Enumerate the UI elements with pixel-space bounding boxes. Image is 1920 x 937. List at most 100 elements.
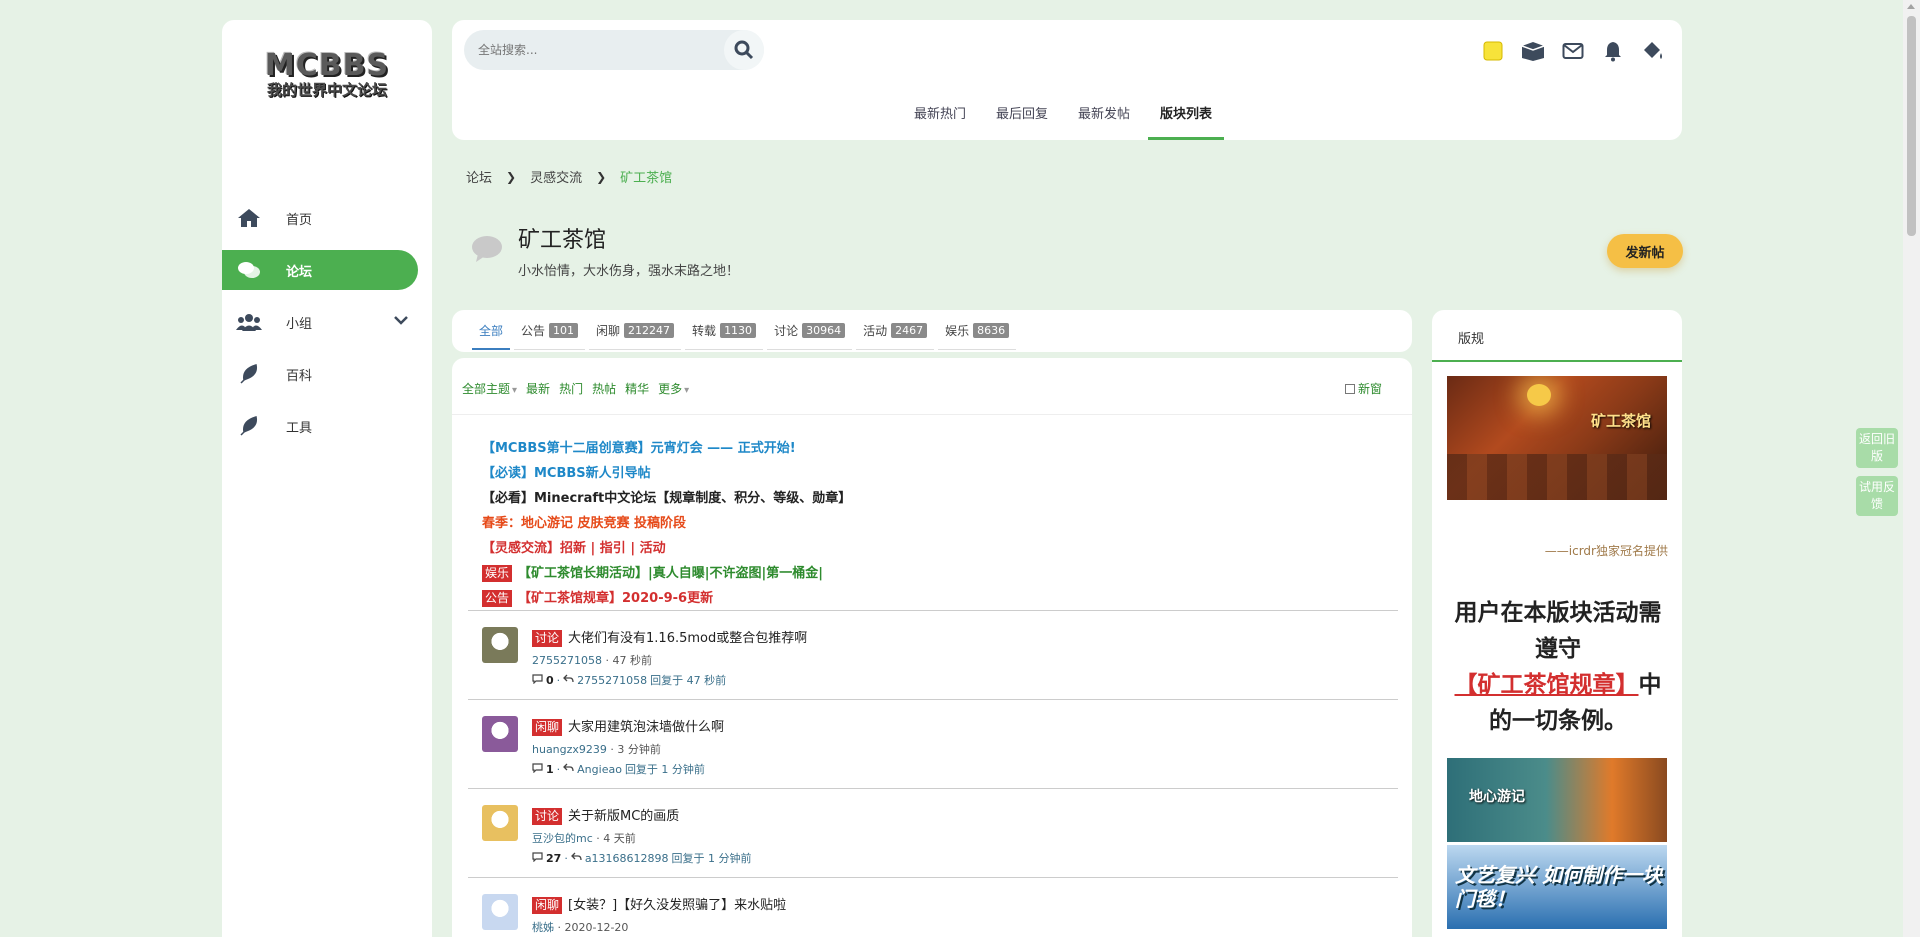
box-icon[interactable] (1520, 38, 1546, 64)
announcement-item[interactable]: 春季：地心游记 皮肤竞赛 投稿阶段 (482, 511, 851, 536)
separator-dot: · (554, 921, 565, 934)
type-badge: 闲聊 (532, 719, 563, 736)
avatar[interactable] (482, 716, 518, 752)
filter-hot-posts[interactable]: 热帖 (592, 380, 616, 397)
thread-stats: 0 · 2755271058 回复于 47 秒前 (532, 672, 807, 688)
type-tab[interactable]: 转载 1130 (685, 312, 764, 350)
type-tab-label: 活动 (863, 324, 888, 338)
mail-icon[interactable] (1560, 38, 1586, 64)
sidebar-item-wiki[interactable]: 百科 (222, 354, 432, 394)
sticky-note-icon[interactable] (1480, 38, 1506, 64)
type-tab[interactable]: 讨论 30964 (767, 312, 853, 350)
tavern-banner-image[interactable]: 矿工茶馆 (1447, 376, 1667, 500)
back-to-old-button[interactable]: 返回旧版 (1856, 428, 1898, 468)
new-post-button[interactable]: 发新帖 (1607, 234, 1683, 268)
filter-digest[interactable]: 精华 (625, 380, 649, 397)
type-tab[interactable]: 娱乐 8636 (938, 312, 1017, 350)
separator-dot: · (592, 832, 604, 845)
thread-title[interactable]: 闲聊 [女装？]【好久没发照骗了】来水贴啦 (532, 894, 786, 914)
thread-row[interactable]: 讨论 关于新版MC的画质 豆沙包的mc · 4 天前 27 · a13168612898 回… (468, 788, 1398, 877)
announcement-item[interactable]: 【必读】MCBBS新人引导帖 (482, 461, 851, 486)
scrollbar[interactable] (1903, 0, 1920, 937)
mcbbs-logo[interactable]: MCBBS 我的世界中文论坛 (252, 48, 402, 118)
top-header: 最新热门 最后回复 最新发帖 版块列表 (452, 20, 1682, 140)
avatar[interactable] (482, 894, 518, 930)
avatar[interactable] (482, 627, 518, 663)
filter-newest[interactable]: 最新 (526, 380, 550, 397)
announcement-text: 【矿工茶馆长期活动】|真人自曝|不许盗图|第一桶金| (518, 566, 824, 581)
rules-notice: 用户在本版块活动需遵守【矿工茶馆规章】中的一切条例。 (1448, 595, 1668, 739)
post-time: 47 秒前 (612, 654, 653, 667)
sidebar-nav: 首页 论坛 小组 百科 工具 (222, 198, 432, 458)
tab-rules[interactable]: 版规 (1432, 310, 1682, 362)
rules-link[interactable]: 【矿工茶馆规章】 (1455, 672, 1639, 698)
home-icon (236, 207, 262, 229)
separator-dot: · (556, 673, 561, 687)
sidebar-item-label: 小组 (286, 316, 313, 332)
header-tabs: 最新热门 最后回复 最新发帖 版块列表 (902, 102, 1230, 140)
thread-body: 讨论 大佬们有没有1.16.5mod或整合包推荐啊 2755271058 · 47 … (532, 627, 807, 688)
type-tab[interactable]: 闲聊 212247 (589, 312, 682, 350)
thread-row[interactable]: 闲聊 [女装？]【好久没发照骗了】来水贴啦 桃姊 · 2020-12-20 (468, 877, 1398, 937)
journey-banner-image[interactable]: 地心游记 (1447, 758, 1667, 842)
thread-title[interactable]: 讨论 关于新版MC的画质 (532, 805, 752, 825)
sidebar-item-groups[interactable]: 小组 (222, 302, 432, 342)
type-tab[interactable]: 全部 (472, 312, 511, 350)
breadcrumb-inspiration[interactable]: 灵感交流 (530, 167, 582, 186)
thread-title[interactable]: 闲聊 大家用建筑泡沫墙做什么啊 (532, 716, 724, 736)
bell-icon[interactable] (1600, 38, 1626, 64)
renaissance-banner-image[interactable]: 文艺复兴 如何制作一块门毯！ (1447, 845, 1667, 929)
last-reply-user[interactable]: a13168612898 (585, 852, 669, 865)
paint-bucket-icon[interactable] (1640, 38, 1666, 64)
chevron-down-icon[interactable] (394, 314, 408, 329)
sidebar-item-home[interactable]: 首页 (222, 198, 432, 238)
type-tab-label: 全部 (479, 323, 504, 338)
checkbox[interactable] (1344, 383, 1355, 394)
tab-latest-hot[interactable]: 最新热门 (902, 102, 978, 140)
announcement-item[interactable]: 【灵感交流】招新 | 指引 | 活动 (482, 536, 851, 561)
breadcrumb-current[interactable]: 矿工茶馆 (620, 167, 672, 186)
announcement-item[interactable]: 公告 【矿工茶馆规章】2020-9-6更新 (482, 586, 851, 611)
type-tab-count: 101 (549, 323, 579, 338)
sidebar-item-label: 工具 (286, 420, 313, 436)
tab-forum-list[interactable]: 版块列表 (1148, 102, 1225, 140)
filter-hot[interactable]: 热门 (559, 380, 583, 397)
announcement-item[interactable]: 【MCBBS第十二届创意赛】元宵灯会 —— 正式开始! (482, 436, 851, 461)
search-button[interactable] (724, 30, 764, 70)
breadcrumb-forum[interactable]: 论坛 (466, 167, 492, 186)
author-link[interactable]: 桃姊 (532, 921, 554, 934)
announcement-item[interactable]: 【必看】Minecraft中文论坛【规章制度、积分、等级、勋章】 (482, 486, 851, 511)
last-reply-user[interactable]: 2755271058 (577, 674, 647, 687)
floating-buttons: 返回旧版 试用反馈 (1856, 428, 1898, 524)
scrollbar-thumb[interactable] (1907, 16, 1916, 236)
thread-meta: 2755271058 · 47 秒前 (532, 652, 807, 668)
thread-row[interactable]: 闲聊 大家用建筑泡沫墙做什么啊 huangzx9239 · 3 分钟前 1 · Angie… (468, 699, 1398, 788)
tab-newest[interactable]: 最新发帖 (1066, 102, 1142, 140)
new-window-toggle[interactable]: 新窗 (1344, 380, 1382, 397)
search-input[interactable] (478, 43, 708, 57)
avatar[interactable] (482, 805, 518, 841)
thread-row[interactable]: 讨论 大佬们有没有1.16.5mod或整合包推荐啊 2755271058 · 47 … (468, 610, 1398, 699)
filter-more[interactable]: 更多 (658, 380, 689, 397)
last-reply-user[interactable]: Angieao (577, 763, 622, 776)
thread-title-text: 关于新版MC的画质 (568, 809, 680, 824)
announcement-item[interactable]: 娱乐 【矿工茶馆长期活动】|真人自曝|不许盗图|第一桶金| (482, 561, 851, 586)
comment-icon (532, 851, 543, 865)
thread-title[interactable]: 讨论 大佬们有没有1.16.5mod或整合包推荐啊 (532, 627, 807, 647)
sidebar-item-tools[interactable]: 工具 (222, 406, 432, 446)
scroll-up-icon[interactable] (1907, 4, 1915, 9)
forum-header: 矿工茶馆 小水怡情，大水伤身，强水末路之地！ (470, 222, 739, 279)
sidebar-item-label: 百科 (286, 368, 313, 384)
tab-last-reply[interactable]: 最后回复 (984, 102, 1060, 140)
sidebar-item-forum[interactable]: 论坛 (222, 250, 418, 290)
author-link[interactable]: 2755271058 (532, 654, 602, 667)
feedback-button[interactable]: 试用反馈 (1856, 476, 1898, 516)
last-reply-time: 回复于 1 分钟前 (624, 763, 705, 776)
type-tab[interactable]: 活动 2467 (856, 312, 935, 350)
announcement-text: 【必看】Minecraft中文论坛【规章制度、积分、等级、勋章】 (482, 491, 852, 506)
author-link[interactable]: huangzx9239 (532, 743, 607, 756)
filter-all-topics[interactable]: 全部主题 (462, 380, 517, 397)
author-link[interactable]: 豆沙包的mc (532, 832, 593, 845)
search-icon (734, 40, 754, 60)
type-tab[interactable]: 公告 101 (514, 312, 586, 350)
